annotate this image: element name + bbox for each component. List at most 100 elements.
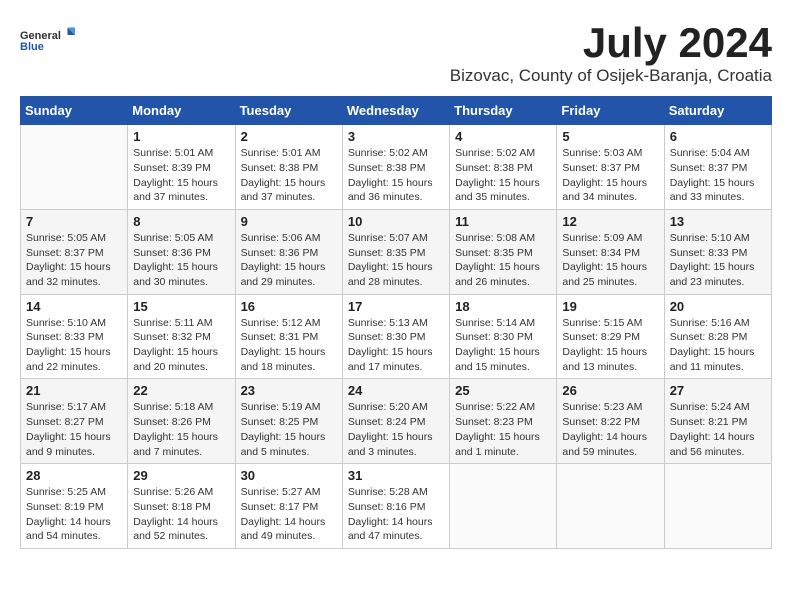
day-info: Sunrise: 5:04 AM Sunset: 8:37 PM Dayligh…	[670, 146, 766, 205]
weekday-header-row: SundayMondayTuesdayWednesdayThursdayFrid…	[21, 97, 772, 125]
day-info: Sunrise: 5:18 AM Sunset: 8:26 PM Dayligh…	[133, 400, 229, 459]
calendar-cell: 21Sunrise: 5:17 AM Sunset: 8:27 PM Dayli…	[21, 379, 128, 464]
day-info: Sunrise: 5:01 AM Sunset: 8:38 PM Dayligh…	[241, 146, 337, 205]
logo: General Blue	[20, 20, 80, 65]
calendar-cell: 14 Sunrise: 5:10 AM Sunset: 8:33 PM Dayli…	[21, 294, 128, 379]
day-info: Sunrise: 5:03 AM Sunset: 8:37 PM Dayligh…	[562, 146, 658, 205]
month-title: July 2024	[450, 20, 772, 66]
day-number: 6	[670, 129, 766, 144]
day-info: Sunrise: 5:20 AM Sunset: 8:24 PM Dayligh…	[348, 400, 444, 459]
calendar-cell: 24 Sunrise: 5:20 AM Sunset: 8:24 PM Dayli…	[342, 379, 449, 464]
day-info: Sunrise: 5:23 AM Sunset: 8:22 PM Dayligh…	[562, 400, 658, 459]
calendar-cell: 1Sunrise: 5:01 AM Sunset: 8:39 PM Daylig…	[128, 125, 235, 210]
calendar-cell: 29 Sunrise: 5:26 AM Sunset: 8:18 PM Dayli…	[128, 464, 235, 549]
calendar-cell: 26 Sunrise: 5:23 AM Sunset: 8:22 PM Dayli…	[557, 379, 664, 464]
day-number: 9	[241, 214, 337, 229]
day-number: 30	[241, 468, 337, 483]
day-number: 15	[133, 299, 229, 314]
day-info: Sunrise: 5:28 AM Sunset: 8:16 PM Dayligh…	[348, 485, 444, 544]
weekday-header-saturday: Saturday	[664, 97, 771, 125]
day-info: Sunrise: 5:02 AM Sunset: 8:38 PM Dayligh…	[348, 146, 444, 205]
day-number: 20	[670, 299, 766, 314]
weekday-header-thursday: Thursday	[450, 97, 557, 125]
day-number: 7	[26, 214, 122, 229]
day-info: Sunrise: 5:26 AM Sunset: 8:18 PM Dayligh…	[133, 485, 229, 544]
day-number: 24	[348, 383, 444, 398]
calendar-cell: 8Sunrise: 5:05 AM Sunset: 8:36 PM Daylig…	[128, 209, 235, 294]
day-info: Sunrise: 5:01 AM Sunset: 8:39 PM Dayligh…	[133, 146, 229, 205]
weekday-header-wednesday: Wednesday	[342, 97, 449, 125]
weekday-header-monday: Monday	[128, 97, 235, 125]
day-number: 26	[562, 383, 658, 398]
day-info: Sunrise: 5:14 AM Sunset: 8:30 PM Dayligh…	[455, 316, 551, 375]
day-number: 10	[348, 214, 444, 229]
day-info: Sunrise: 5:11 AM Sunset: 8:32 PM Dayligh…	[133, 316, 229, 375]
day-number: 19	[562, 299, 658, 314]
week-row-2: 7Sunrise: 5:05 AM Sunset: 8:37 PM Daylig…	[21, 209, 772, 294]
calendar-cell: 16Sunrise: 5:12 AM Sunset: 8:31 PM Dayli…	[235, 294, 342, 379]
day-info: Sunrise: 5:22 AM Sunset: 8:23 PM Dayligh…	[455, 400, 551, 459]
day-number: 23	[241, 383, 337, 398]
calendar-cell	[21, 125, 128, 210]
day-number: 2	[241, 129, 337, 144]
day-info: Sunrise: 5:09 AM Sunset: 8:34 PM Dayligh…	[562, 231, 658, 290]
day-info: Sunrise: 5:08 AM Sunset: 8:35 PM Dayligh…	[455, 231, 551, 290]
calendar-cell: 25Sunrise: 5:22 AM Sunset: 8:23 PM Dayli…	[450, 379, 557, 464]
logo-icon: General Blue	[20, 20, 80, 60]
page-header: General Blue July 2024 Bizovac, County o…	[20, 20, 772, 86]
week-row-1: 1Sunrise: 5:01 AM Sunset: 8:39 PM Daylig…	[21, 125, 772, 210]
day-number: 28	[26, 468, 122, 483]
calendar-cell: 19 Sunrise: 5:15 AM Sunset: 8:29 PM Dayli…	[557, 294, 664, 379]
day-number: 29	[133, 468, 229, 483]
day-info: Sunrise: 5:06 AM Sunset: 8:36 PM Dayligh…	[241, 231, 337, 290]
day-number: 16	[241, 299, 337, 314]
day-number: 12	[562, 214, 658, 229]
day-number: 3	[348, 129, 444, 144]
calendar-cell: 23 Sunrise: 5:19 AM Sunset: 8:25 PM Dayli…	[235, 379, 342, 464]
day-number: 13	[670, 214, 766, 229]
calendar-table: SundayMondayTuesdayWednesdayThursdayFrid…	[20, 96, 772, 549]
day-info: Sunrise: 5:16 AM Sunset: 8:28 PM Dayligh…	[670, 316, 766, 375]
week-row-4: 21Sunrise: 5:17 AM Sunset: 8:27 PM Dayli…	[21, 379, 772, 464]
day-info: Sunrise: 5:25 AM Sunset: 8:19 PM Dayligh…	[26, 485, 122, 544]
day-number: 5	[562, 129, 658, 144]
day-number: 11	[455, 214, 551, 229]
day-info: Sunrise: 5:13 AM Sunset: 8:30 PM Dayligh…	[348, 316, 444, 375]
calendar-cell: 31 Sunrise: 5:28 AM Sunset: 8:16 PM Dayli…	[342, 464, 449, 549]
calendar-cell: 27Sunrise: 5:24 AM Sunset: 8:21 PM Dayli…	[664, 379, 771, 464]
day-number: 17	[348, 299, 444, 314]
day-info: Sunrise: 5:15 AM Sunset: 8:29 PM Dayligh…	[562, 316, 658, 375]
calendar-cell: 5 Sunrise: 5:03 AM Sunset: 8:37 PM Daylig…	[557, 125, 664, 210]
day-info: Sunrise: 5:02 AM Sunset: 8:38 PM Dayligh…	[455, 146, 551, 205]
day-number: 18	[455, 299, 551, 314]
day-info: Sunrise: 5:10 AM Sunset: 8:33 PM Dayligh…	[26, 316, 122, 375]
calendar-cell: 3 Sunrise: 5:02 AM Sunset: 8:38 PM Daylig…	[342, 125, 449, 210]
calendar-cell: 12 Sunrise: 5:09 AM Sunset: 8:34 PM Dayli…	[557, 209, 664, 294]
weekday-header-tuesday: Tuesday	[235, 97, 342, 125]
calendar-cell: 9 Sunrise: 5:06 AM Sunset: 8:36 PM Daylig…	[235, 209, 342, 294]
calendar-cell: 22 Sunrise: 5:18 AM Sunset: 8:26 PM Dayli…	[128, 379, 235, 464]
calendar-cell: 10 Sunrise: 5:07 AM Sunset: 8:35 PM Dayli…	[342, 209, 449, 294]
location-title: Bizovac, County of Osijek-Baranja, Croat…	[450, 66, 772, 86]
calendar-cell	[450, 464, 557, 549]
calendar-cell: 4 Sunrise: 5:02 AM Sunset: 8:38 PM Daylig…	[450, 125, 557, 210]
day-number: 14	[26, 299, 122, 314]
day-number: 22	[133, 383, 229, 398]
calendar-cell: 20 Sunrise: 5:16 AM Sunset: 8:28 PM Dayli…	[664, 294, 771, 379]
day-number: 4	[455, 129, 551, 144]
day-number: 8	[133, 214, 229, 229]
day-info: Sunrise: 5:07 AM Sunset: 8:35 PM Dayligh…	[348, 231, 444, 290]
day-info: Sunrise: 5:10 AM Sunset: 8:33 PM Dayligh…	[670, 231, 766, 290]
calendar-cell: 6 Sunrise: 5:04 AM Sunset: 8:37 PM Daylig…	[664, 125, 771, 210]
svg-text:General: General	[20, 30, 61, 42]
day-info: Sunrise: 5:27 AM Sunset: 8:17 PM Dayligh…	[241, 485, 337, 544]
day-number: 31	[348, 468, 444, 483]
calendar-cell: 15 Sunrise: 5:11 AM Sunset: 8:32 PM Dayli…	[128, 294, 235, 379]
day-info: Sunrise: 5:19 AM Sunset: 8:25 PM Dayligh…	[241, 400, 337, 459]
title-area: July 2024 Bizovac, County of Osijek-Bara…	[450, 20, 772, 86]
svg-text:Blue: Blue	[20, 41, 44, 53]
day-number: 21	[26, 383, 122, 398]
calendar-cell: 2 Sunrise: 5:01 AM Sunset: 8:38 PM Daylig…	[235, 125, 342, 210]
week-row-5: 28 Sunrise: 5:25 AM Sunset: 8:19 PM Dayli…	[21, 464, 772, 549]
calendar-cell: 18 Sunrise: 5:14 AM Sunset: 8:30 PM Dayli…	[450, 294, 557, 379]
